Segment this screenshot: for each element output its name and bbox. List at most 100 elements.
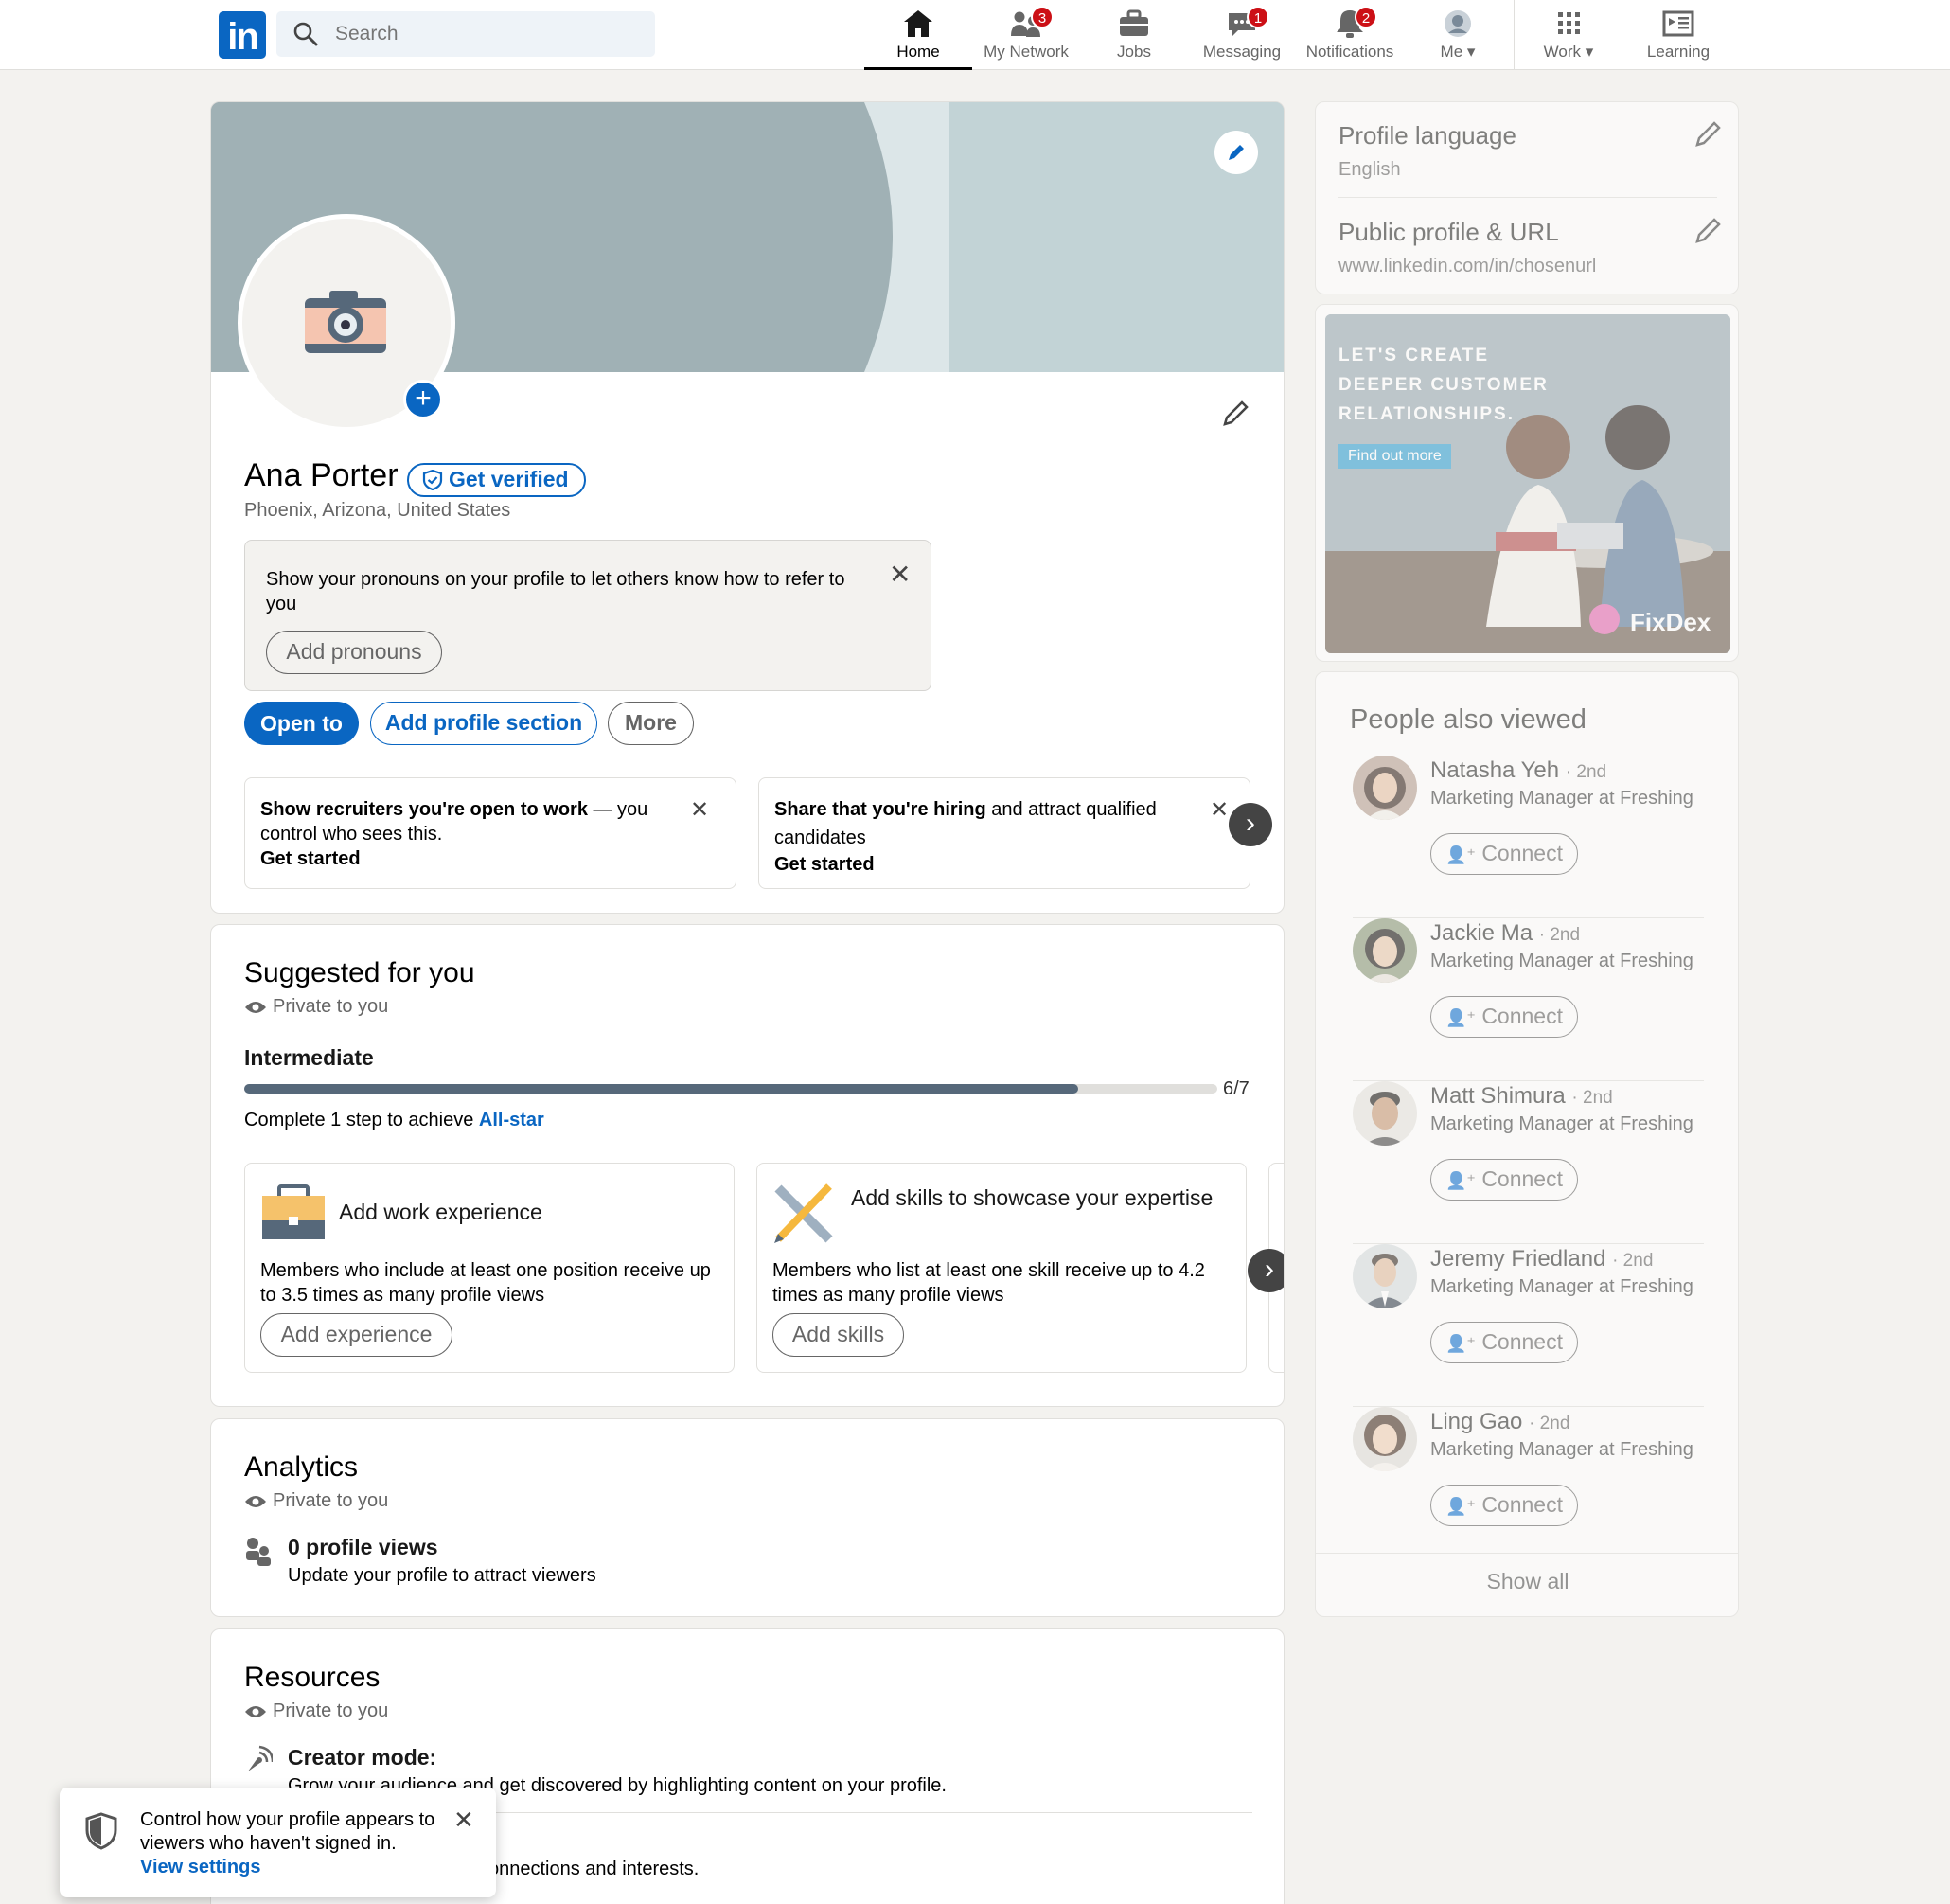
shield-icon [84,1812,118,1850]
person-degree: · 2nd [1529,1414,1570,1433]
eye-icon [244,1000,267,1015]
skills-card: Add skills to showcase your expertise Me… [756,1163,1247,1373]
nav-my-network[interactable]: 3 My Network [972,0,1080,70]
close-icon[interactable]: ✕ [690,797,709,824]
progress-bar [244,1084,1217,1094]
linkedin-logo[interactable]: in [219,11,266,59]
add-photo-button[interactable]: + [403,380,443,419]
more-button[interactable]: More [608,702,694,745]
avatar[interactable] [1353,1081,1417,1146]
search-input[interactable] [335,11,638,57]
people-also-viewed-title: People also viewed [1350,704,1587,735]
person-card[interactable]: Natasha Yeh · 2nd Marketing Manager at F… [1316,756,1738,918]
person-title: Marketing Manager at Freshing [1430,1439,1693,1460]
avatar[interactable] [1353,1407,1417,1471]
nav-learning[interactable]: Learning [1624,0,1732,70]
person-title: Marketing Manager at Freshing [1430,1113,1693,1134]
connect-label: Connect [1481,1329,1563,1354]
plus-icon: + [415,383,432,414]
suggested-title: Suggested for you [244,957,475,988]
add-pronouns-button[interactable]: Add pronouns [266,631,442,674]
person-name[interactable]: Ling Gao [1430,1409,1522,1434]
people-icon [244,1537,273,1567]
profile-name: Ana Porter [244,457,399,493]
eye-icon [244,1704,267,1719]
search-box[interactable] [276,11,655,57]
hiring-link[interactable]: Get started [774,852,875,877]
suggested-next-button[interactable]: › [1248,1249,1284,1292]
analytics-title: Analytics [244,1451,359,1483]
carousel-next-button[interactable]: › [1229,803,1272,846]
nav-notifications[interactable]: 2 Notifications [1296,0,1404,70]
open-to-button[interactable]: Open to [244,702,359,745]
pencil-icon [1225,141,1248,164]
close-icon[interactable]: ✕ [1210,797,1229,824]
person-name[interactable]: Natasha Yeh [1430,757,1559,783]
person-card[interactable]: Jeremy Friedland · 2nd Marketing Manager… [1316,1244,1738,1407]
person-name[interactable]: Matt Shimura [1430,1083,1566,1109]
person-title: Marketing Manager at Freshing [1430,1276,1693,1297]
nav-me[interactable]: Me ▾ [1404,0,1512,70]
edit-language-pencil-icon[interactable] [1693,119,1723,150]
profile-views[interactable]: 0 profile views [288,1535,438,1560]
add-profile-section-button[interactable]: Add profile section [370,702,597,745]
nav-jobs[interactable]: Jobs [1080,0,1188,70]
grid-icon [1551,8,1586,40]
avatar[interactable] [1353,918,1417,983]
add-experience-button[interactable]: Add experience [260,1313,452,1357]
pronouns-prompt-text: Show your pronouns on your profile to le… [266,569,845,614]
connect-button[interactable]: 👤⁺ Connect [1430,996,1578,1038]
notifications-badge: 2 [1355,6,1377,28]
avatar[interactable] [1353,756,1417,820]
profile-photo[interactable]: + [238,214,455,432]
ad-image: LET'S CREATE DEEPER CUSTOMER RELATIONSHI… [1325,314,1730,653]
ad-brand: FixDex [1630,608,1711,636]
nav-messaging[interactable]: 1 Messaging [1188,0,1296,70]
open-to-work-link[interactable]: Get started [260,846,361,871]
nav-notifications-label: Notifications [1305,43,1394,61]
avatar[interactable] [1353,1244,1417,1308]
analytics-private: Private to you [273,1490,389,1511]
all-star-link[interactable]: All-star [479,1110,544,1130]
nav-work[interactable]: Work ▾ [1515,0,1622,70]
connect-button[interactable]: 👤⁺ Connect [1430,833,1578,875]
edit-url-pencil-icon[interactable] [1693,216,1723,246]
view-settings-link[interactable]: View settings [140,1857,260,1877]
nav-home[interactable]: Home [864,0,972,70]
suggested-card: Suggested for you Private to you Interme… [210,924,1285,1407]
close-icon[interactable]: ✕ [889,561,911,588]
get-verified-button[interactable]: Get verified [407,463,586,497]
add-skills-button[interactable]: Add skills [772,1313,904,1357]
home-icon [901,8,935,40]
person-card[interactable]: Jackie Ma · 2nd Marketing Manager at Fre… [1316,918,1738,1081]
edit-banner-button[interactable] [1214,131,1258,174]
analytics-card: Analytics Private to you 0 profile views… [210,1418,1285,1617]
connect-button[interactable]: 👤⁺ Connect [1430,1485,1578,1526]
show-all-button[interactable]: Show all [1316,1569,1738,1594]
edit-intro-pencil-icon[interactable] [1220,399,1250,429]
connect-label: Connect [1481,841,1563,865]
open-to-work-card: Show recruiters you're open to work — yo… [244,777,736,889]
connect-button[interactable]: 👤⁺ Connect [1430,1322,1578,1363]
shield-check-icon [422,470,443,490]
nav-my-network-label: My Network [984,43,1069,61]
person-degree: · 2nd [1538,925,1581,945]
person-card[interactable]: Matt Shimura · 2nd Marketing Manager at … [1316,1081,1738,1244]
person-title: Marketing Manager at Freshing [1430,788,1693,809]
suggested-private: Private to you [273,996,389,1017]
person-name[interactable]: Jackie Ma [1430,920,1533,946]
toast-text: Control how your profile appears to view… [140,1809,435,1854]
broadcast-icon [244,1745,273,1775]
network-badge: 3 [1031,6,1054,28]
profile-settings-card: Profile language English Public profile … [1315,101,1739,294]
chevron-right-icon: › [1246,808,1255,839]
add-person-icon: 👤⁺ [1445,1171,1476,1190]
ad-card[interactable]: LET'S CREATE DEEPER CUSTOMER RELATIONSHI… [1315,304,1739,662]
connect-button[interactable]: 👤⁺ Connect [1430,1159,1578,1201]
person-card[interactable]: Ling Gao · 2nd Marketing Manager at Fres… [1316,1407,1738,1570]
person-degree: · 2nd [1565,762,1607,782]
creator-mode-title[interactable]: Creator mode: [288,1745,436,1771]
ad-find-out-more-button[interactable]: Find out more [1338,444,1451,469]
person-name[interactable]: Jeremy Friedland [1430,1246,1605,1272]
close-icon[interactable]: ✕ [453,1806,474,1833]
